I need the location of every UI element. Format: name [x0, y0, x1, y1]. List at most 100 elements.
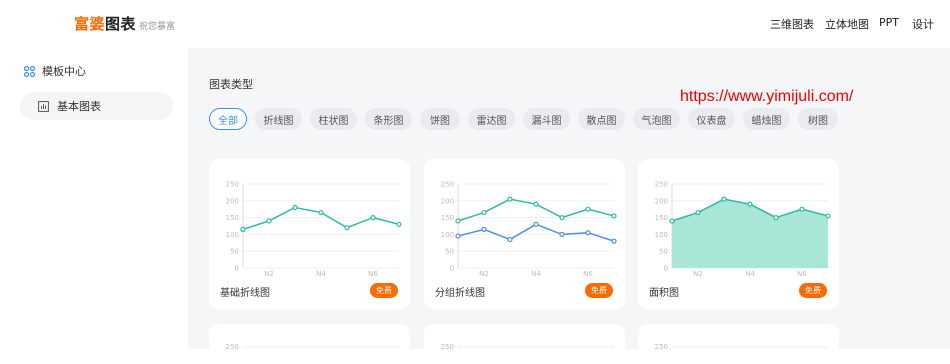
x-tick-label: N4 — [316, 270, 326, 278]
y-tick-label: 50 — [230, 248, 239, 256]
filter-line[interactable]: 折线图 — [255, 108, 302, 130]
data-point — [481, 209, 487, 216]
data-point — [773, 214, 779, 221]
sidebar-item-label: 基本图表 — [57, 100, 101, 113]
x-tick-label: N6 — [368, 270, 378, 278]
data-point — [370, 214, 376, 221]
filter-tree[interactable]: 树图 — [798, 108, 838, 130]
data-point — [559, 214, 565, 221]
logo-part1: 富婆 — [74, 15, 106, 33]
data-point — [507, 236, 513, 243]
sidebar: 模板中心 基本图表 — [20, 48, 188, 349]
sidebar-head[interactable]: 模板中心 — [24, 63, 86, 79]
data-point — [318, 209, 324, 216]
data-point — [533, 201, 539, 207]
bar-chart-icon — [38, 100, 49, 112]
card-title: 分组折线图 — [435, 288, 485, 299]
data-point — [240, 226, 246, 232]
filter-pie[interactable]: 饼图 — [420, 108, 460, 130]
filter-scatter[interactable]: 散点图 — [578, 108, 625, 130]
nav-design[interactable]: 设计 — [912, 16, 934, 32]
data-point — [507, 196, 513, 202]
y-tick-label: 0 — [664, 265, 668, 273]
y-tick-label: 250 — [226, 181, 239, 189]
x-tick-label: N2 — [479, 270, 489, 278]
area-chart: 0 50 100 150 200 250 N2 N4 N6 — [655, 181, 831, 278]
x-tick-label: N6 — [797, 270, 807, 278]
data-point — [266, 218, 272, 224]
data-point — [533, 221, 539, 227]
x-tick-label: N2 — [693, 270, 703, 278]
filter-gauge[interactable]: 仪表盘 — [688, 108, 735, 130]
data-point — [396, 221, 402, 227]
grid-icon — [24, 65, 35, 77]
logo[interactable]: 富婆图表 — [74, 13, 136, 34]
data-point — [559, 231, 565, 238]
chart-card-basic-line[interactable]: 0 50 100 150 200 250 N2 N4 N6 基础折线图 免费 — [209, 159, 410, 309]
data-point — [344, 225, 350, 231]
top-header: 富婆图表 祝您暴富 三维图表 立体地图 PPT 设计 — [0, 0, 950, 48]
row2-chart-2: 250 — [441, 343, 614, 351]
data-point — [455, 218, 461, 224]
data-point — [799, 206, 805, 212]
y-tick-label: 250 — [226, 343, 239, 351]
sidebar-head-label: 模板中心 — [42, 65, 86, 78]
card-title: 面积图 — [649, 288, 679, 299]
row2-chart-1: 250 — [226, 343, 399, 351]
logo-part2: 图表 — [105, 15, 137, 33]
free-badge: 免费 — [799, 283, 827, 298]
section-title: 图表类型 — [209, 78, 253, 91]
filter-all[interactable]: 全部 — [209, 108, 247, 130]
nav-3d-maps[interactable]: 立体地图 — [825, 16, 869, 32]
y-tick-label: 250 — [441, 181, 454, 189]
nav-ppt[interactable]: PPT — [879, 16, 899, 29]
data-point — [669, 218, 675, 224]
chart-card-area[interactable]: 0 50 100 150 200 250 N2 N4 N6 面积图 免费 — [638, 159, 839, 309]
nav-3d-charts[interactable]: 三维图表 — [770, 16, 814, 32]
y-tick-label: 100 — [655, 231, 668, 239]
chart-card-grouped-line[interactable]: 0 50 100 150 200 250 N2 N4 N6 分组折线图 免费 — [424, 159, 625, 309]
y-tick-label: 150 — [226, 214, 239, 222]
filter-radar[interactable]: 雷达图 — [468, 108, 515, 130]
filter-bar[interactable]: 条形图 — [365, 108, 412, 130]
y-tick-label: 0 — [235, 265, 239, 273]
data-point — [481, 226, 487, 232]
chart-card-row2-2[interactable]: 250 — [424, 324, 625, 364]
y-tick-label: 250 — [441, 343, 454, 351]
grouped-line-chart: 0 50 100 150 200 250 N2 N4 N6 — [441, 181, 617, 278]
y-tick-label: 200 — [226, 197, 239, 205]
y-tick-label: 200 — [441, 197, 454, 205]
data-point — [747, 201, 753, 207]
y-tick-label: 250 — [655, 181, 668, 189]
free-badge: 免费 — [585, 283, 613, 298]
data-point — [825, 213, 831, 219]
x-tick-label: N2 — [264, 270, 274, 278]
y-tick-label: 150 — [655, 214, 668, 222]
data-point — [611, 238, 617, 244]
y-tick-label: 100 — [441, 231, 454, 239]
chart-card-row2-3[interactable]: 250 — [638, 324, 839, 364]
data-point — [611, 213, 617, 219]
filter-bubble[interactable]: 气泡图 — [633, 108, 680, 130]
x-tick-label: N4 — [745, 270, 755, 278]
chart-card-row2-1[interactable]: 250 — [209, 324, 410, 364]
sidebar-item-basic-charts[interactable]: 基本图表 — [20, 92, 173, 120]
free-badge: 免费 — [370, 283, 398, 298]
row2-chart-3: 250 — [655, 343, 828, 351]
y-tick-label: 150 — [441, 214, 454, 222]
filter-candlestick[interactable]: 蜡烛图 — [743, 108, 790, 130]
y-tick-label: 0 — [450, 265, 454, 273]
main-content: 图表类型 https://www.yimijuli.com/ 全部 折线图 柱状… — [188, 48, 950, 364]
data-point — [585, 206, 591, 212]
data-point — [585, 230, 591, 236]
y-tick-label: 200 — [655, 197, 668, 205]
y-tick-label: 50 — [445, 248, 454, 256]
data-point — [721, 196, 727, 202]
x-tick-label: N6 — [583, 270, 593, 278]
y-tick-label: 100 — [226, 231, 239, 239]
y-tick-label: 50 — [659, 248, 668, 256]
filter-column[interactable]: 柱状图 — [310, 108, 357, 130]
y-tick-label: 250 — [655, 343, 668, 351]
x-tick-label: N4 — [531, 270, 541, 278]
filter-funnel[interactable]: 漏斗图 — [523, 108, 570, 130]
